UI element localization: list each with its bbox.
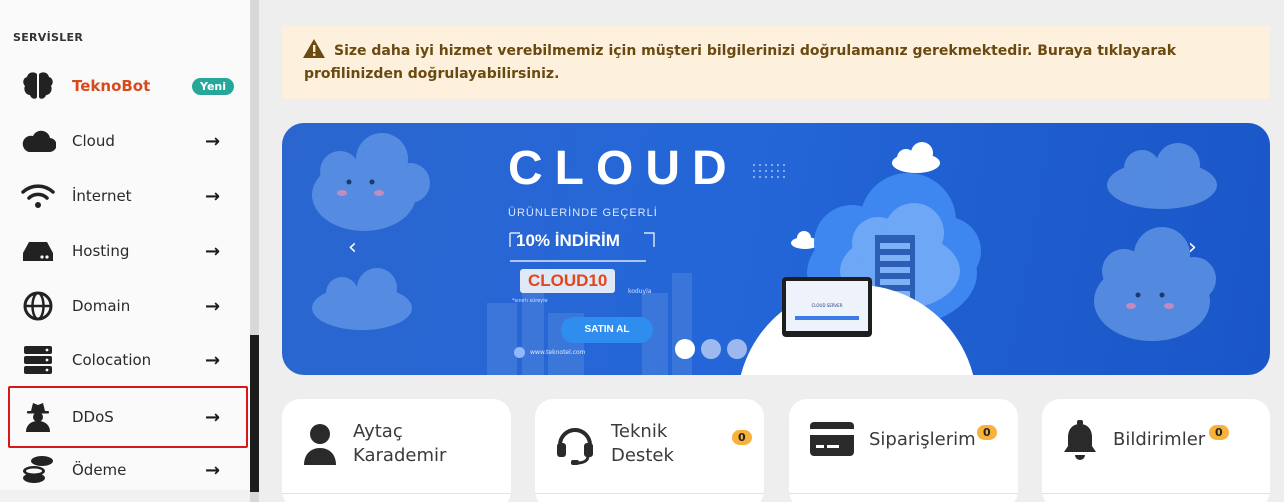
carousel-dots <box>675 339 877 359</box>
carousel-dot[interactable] <box>753 339 773 359</box>
card-divider <box>282 493 511 494</box>
support-count-badge: 0 <box>732 430 752 445</box>
arrow-right-icon: → <box>205 185 221 207</box>
support-title-line1: Teknik <box>611 421 668 442</box>
carousel-dot[interactable] <box>701 339 721 359</box>
promo-carousel[interactable]: CLOUD SERVER CLOUD ÜRÜNLERİNDE GEÇERLİ 1… <box>282 123 1270 375</box>
sidebar-item-ddos[interactable]: DDoS → <box>8 386 248 448</box>
banner-discount: 10% İNDİRİM <box>516 231 620 250</box>
sidebar-section-title: SERVİSLER <box>13 31 84 44</box>
profile-name-last: Karademir <box>353 445 447 466</box>
sidebar-scrollbar[interactable] <box>250 0 259 502</box>
sidebar-item-cloud[interactable]: Cloud → <box>8 114 248 168</box>
arrow-right-icon: → <box>205 459 221 481</box>
arrow-right-icon: → <box>205 130 221 152</box>
sidebar-item-label: Hosting <box>72 242 130 260</box>
sidebar-item-odeme[interactable]: Ödeme → <box>8 443 248 497</box>
sidebar-bottom-strip <box>0 490 250 502</box>
sidebar-item-teknobot[interactable]: TeknoBot Yeni <box>8 59 248 113</box>
notifications-title: Bildirimler <box>1113 429 1206 450</box>
support-title-line2: Destek <box>611 445 674 466</box>
credit-card-icon <box>809 421 855 461</box>
sidebar: SERVİSLER TeknoBot Yeni Cloud → İnternet… <box>0 0 250 502</box>
new-badge: Yeni <box>192 77 235 95</box>
sidebar-item-domain[interactable]: Domain → <box>8 279 248 333</box>
sidebar-item-label: Colocation <box>72 351 152 369</box>
bell-icon <box>1062 419 1098 465</box>
buy-button[interactable]: SATIN AL <box>561 317 653 343</box>
brain-icon <box>20 68 56 104</box>
user-icon <box>302 423 338 469</box>
promo-code: CLOUD10 <box>520 269 616 293</box>
notifications-count-badge: 0 <box>1209 425 1229 440</box>
notifications-card[interactable]: Bildirimler 0 <box>1042 399 1270 502</box>
profile-name-first: Aytaç <box>353 421 403 442</box>
carousel-dot[interactable] <box>779 339 799 359</box>
arrow-right-icon: → <box>205 406 221 428</box>
sidebar-item-label: TeknoBot <box>72 77 151 95</box>
orders-count-badge: 0 <box>977 425 997 440</box>
sidebar-item-label: Domain <box>72 297 131 315</box>
sidebar-item-label: DDoS <box>72 408 114 426</box>
user-secret-icon <box>20 399 56 435</box>
verification-alert[interactable]: Size daha iyi hizmet verebilmemiz için m… <box>282 26 1270 99</box>
banner-subtitle: ÜRÜNLERİNDE GEÇERLİ <box>508 207 658 219</box>
card-divider <box>789 493 1018 494</box>
profile-card[interactable]: Aytaç Karademir <box>282 399 511 502</box>
web-icon <box>514 347 525 358</box>
carousel-dot[interactable] <box>831 339 851 359</box>
carousel-dot[interactable] <box>805 339 825 359</box>
sidebar-item-colocation[interactable]: Colocation → <box>8 333 248 387</box>
sidebar-item-internet[interactable]: İnternet → <box>8 169 248 223</box>
banner-site: www.teknotel.com <box>530 349 586 356</box>
carousel-dot[interactable] <box>857 339 877 359</box>
carousel-dot[interactable] <box>727 339 747 359</box>
sidebar-item-label: Cloud <box>72 132 115 150</box>
banner-title: CLOUD <box>508 142 739 195</box>
banner-small-note: *sınırlı süreyle <box>512 298 548 304</box>
sidebar-item-label: Ödeme <box>72 461 127 479</box>
headset-icon <box>555 423 595 469</box>
cloud-icon <box>20 123 56 159</box>
card-divider <box>535 493 764 494</box>
chevron-left-icon[interactable]: ‹ <box>348 235 357 260</box>
scrollbar-thumb[interactable] <box>250 335 259 492</box>
laptop-illustration: CLOUD SERVER <box>782 277 872 337</box>
arrow-right-icon: → <box>205 240 221 262</box>
carousel-dot[interactable] <box>675 339 695 359</box>
alert-text: Size daha iyi hizmet verebilmemiz için m… <box>304 43 1177 82</box>
orders-card[interactable]: Siparişlerim 0 <box>789 399 1018 502</box>
support-card[interactable]: Teknik Destek 0 <box>535 399 764 502</box>
promo-code-note: koduyla <box>628 288 652 295</box>
globe-icon <box>20 288 56 324</box>
coins-icon <box>20 452 56 488</box>
sidebar-item-hosting[interactable]: Hosting → <box>8 224 248 278</box>
server-rack-icon <box>20 342 56 378</box>
arrow-right-icon: → <box>205 295 221 317</box>
chevron-right-icon[interactable]: › <box>1188 235 1197 260</box>
laptop-screen-text: CLOUD SERVER <box>811 303 843 308</box>
orders-title: Siparişlerim <box>869 429 976 450</box>
arrow-right-icon: → <box>205 349 221 371</box>
server-drive-icon <box>20 233 56 269</box>
sidebar-item-label: İnternet <box>72 187 132 205</box>
wifi-icon <box>20 178 56 214</box>
card-divider <box>1042 493 1270 494</box>
